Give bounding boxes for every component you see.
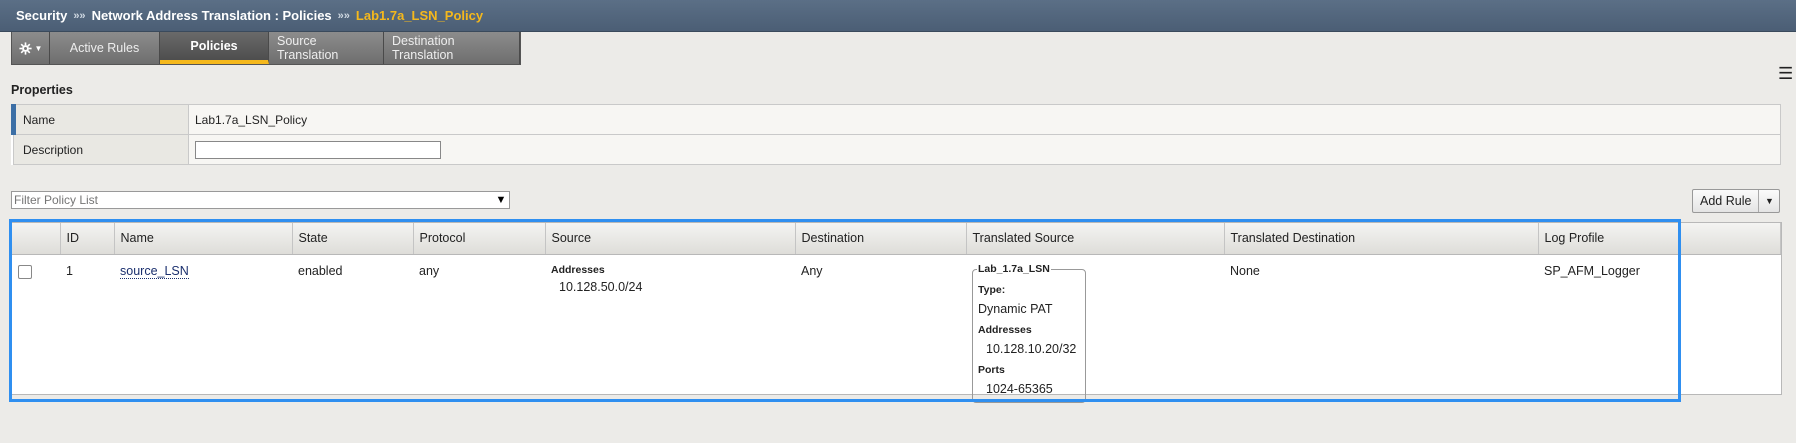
breadcrumb: Security »» Network Address Translation … [0,0,1796,32]
column-header-translated-source[interactable]: Translated Source [966,223,1225,255]
description-label: Description [13,134,189,165]
filter-icon[interactable]: ▼ [493,194,509,206]
translated-source-ports-value: 1024-65365 [986,381,1053,396]
breadcrumb-item-security[interactable]: Security [16,8,67,23]
tab-active-rules[interactable]: Active Rules [50,32,160,64]
name-value: Lab1.7a_LSN_Policy [188,104,1781,135]
column-header-name[interactable]: Name [114,223,293,255]
rule-translated-destination: None [1230,263,1260,278]
translated-source-name[interactable]: Lab_1.7a_LSN [977,262,1051,275]
translated-source-addresses-label: Addresses [978,323,1032,336]
rule-name-link[interactable]: source_LSN [120,263,189,279]
tab-destination-translation[interactable]: Destination Translation [384,32,520,64]
description-field[interactable] [195,140,441,159]
hamburger-menu-icon[interactable]: ☰ [1778,65,1794,82]
filter-policy-list: ▼ [11,191,510,209]
filter-input[interactable] [12,192,493,208]
table-row: 1 source_LSN enabled any Addresses 10.12… [12,254,1781,403]
column-header-protocol[interactable]: Protocol [413,223,546,255]
breadcrumb-separator: »» [73,9,86,22]
translated-source-addresses-value: 10.128.10.20/32 [986,341,1077,356]
rules-table-container: ID Name State Protocol Source Destinatio… [11,222,1782,403]
column-header-id[interactable]: ID [60,223,115,255]
translated-source-box: Lab_1.7a_LSN Type: Dynamic PAT Addresses… [972,262,1086,403]
row-checkbox[interactable] [18,264,32,279]
tab-strip: ▼ Active Rules Policies Source Translati… [11,32,521,65]
translated-source-type-label: Type: [978,283,1006,296]
source-addresses-label: Addresses [551,263,605,276]
rule-state: enabled [298,263,343,278]
translated-source-ports-label: Ports [978,363,1005,376]
chevron-down-icon: ▼ [34,43,43,53]
translated-source-type-value: Dynamic PAT [978,301,1053,316]
add-rule-split-button: Add Rule ▼ [1692,189,1781,213]
rule-destination: Any [801,263,823,278]
column-header-destination[interactable]: Destination [795,223,967,255]
name-label: Name [11,104,189,135]
add-rule-dropdown[interactable]: ▼ [1759,190,1779,212]
breadcrumb-current: Lab1.7a_LSN_Policy [355,8,484,23]
properties-title: Properties [11,83,73,97]
column-header-translated-destination[interactable]: Translated Destination [1224,223,1539,255]
column-header-state[interactable]: State [292,223,414,255]
source-addresses-value: 10.128.50.0/24 [559,279,643,294]
add-rule-button[interactable]: Add Rule [1693,190,1760,212]
properties-table: Name Lab1.7a_LSN_Policy Description [11,104,1781,165]
rule-log-profile: SP_AFM_Logger [1544,263,1640,278]
breadcrumb-separator: »» [337,9,350,22]
gear-menu-button[interactable]: ▼ [12,32,50,64]
breadcrumb-item-nat-policies[interactable]: Network Address Translation : Policies [92,8,332,23]
column-header-log-profile[interactable]: Log Profile [1538,223,1781,255]
tab-source-translation[interactable]: Source Translation [269,32,384,64]
chevron-down-icon: ▼ [1764,196,1774,206]
tab-policies[interactable]: Policies [160,32,269,64]
gear-icon [18,41,32,55]
rule-protocol: any [419,263,440,278]
column-header-source[interactable]: Source [545,223,796,255]
select-all-header [12,223,61,255]
rules-table: ID Name State Protocol Source Destinatio… [12,223,1781,403]
rule-id: 1 [66,263,73,278]
